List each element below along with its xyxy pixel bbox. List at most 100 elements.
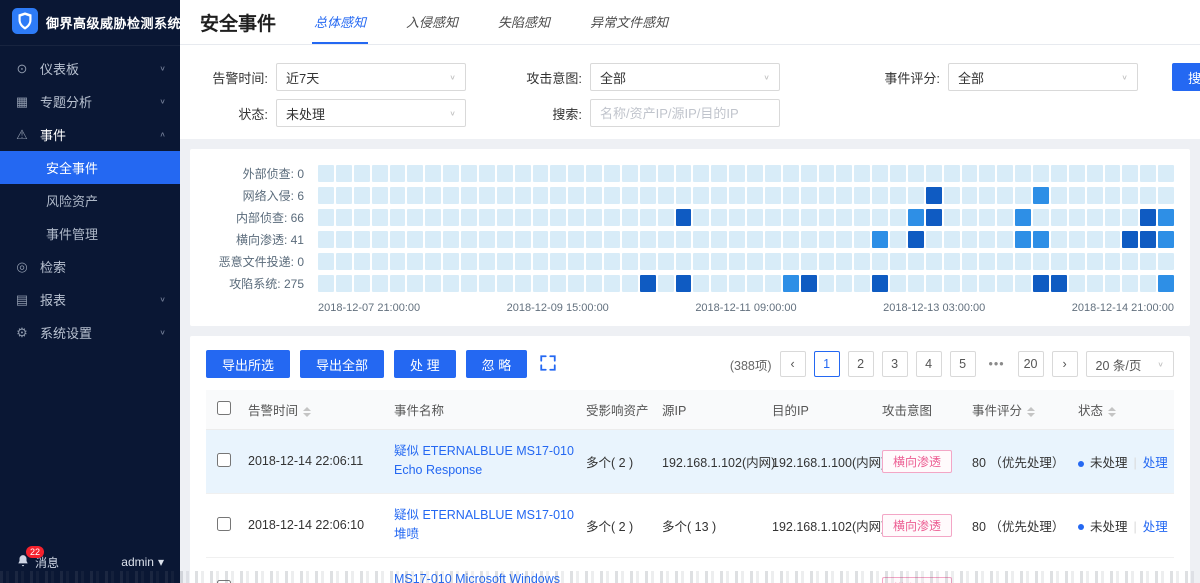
heatmap-cell[interactable] [801,253,817,270]
heatmap-cell[interactable] [336,231,352,248]
heatmap-cell[interactable] [1122,165,1138,182]
column-header[interactable]: 状态 [1072,390,1174,430]
sidebar-item-analysis[interactable]: ▦ 专题分析 ∨ [0,85,180,118]
heatmap-cell[interactable] [676,231,692,248]
heatmap-cell[interactable] [1140,165,1156,182]
heatmap-cell[interactable] [783,187,799,204]
heatmap-cell[interactable] [1122,231,1138,248]
heatmap-cell[interactable] [372,165,388,182]
heatmap-cell[interactable] [336,275,352,292]
heatmap-cell[interactable] [676,209,692,226]
heatmap-cell[interactable] [479,253,495,270]
heatmap-cell[interactable] [515,231,531,248]
heatmap-cell[interactable] [693,165,709,182]
heatmap-cell[interactable] [979,253,995,270]
heatmap-cell[interactable] [962,231,978,248]
heatmap-cell[interactable] [872,187,888,204]
heatmap-cell[interactable] [497,187,513,204]
heatmap-cell[interactable] [997,253,1013,270]
heatmap-cell[interactable] [604,165,620,182]
heatmap-cell[interactable] [604,231,620,248]
heatmap-cell[interactable] [640,275,656,292]
heatmap-cell[interactable] [729,187,745,204]
heatmap-cell[interactable] [908,165,924,182]
heatmap-cell[interactable] [1069,165,1085,182]
heatmap-cell[interactable] [622,231,638,248]
heatmap-cell[interactable] [515,209,531,226]
heatmap-cell[interactable] [533,165,549,182]
heatmap-cell[interactable] [997,231,1013,248]
fullscreen-button[interactable] [539,354,557,375]
heatmap-cell[interactable] [783,275,799,292]
heatmap-cell[interactable] [407,231,423,248]
heatmap-cell[interactable] [1087,165,1103,182]
heatmap-cell[interactable] [729,165,745,182]
heatmap-cell[interactable] [1051,165,1067,182]
heatmap-cell[interactable] [533,231,549,248]
heatmap-cell[interactable] [836,275,852,292]
heatmap-cell[interactable] [640,187,656,204]
heatmap-cell[interactable] [372,275,388,292]
heatmap-cell[interactable] [908,187,924,204]
heatmap-cell[interactable] [872,209,888,226]
heatmap-cell[interactable] [926,275,942,292]
heatmap-cell[interactable] [676,165,692,182]
heatmap-cell[interactable] [1033,253,1049,270]
heatmap-cell[interactable] [765,187,781,204]
heatmap-cell[interactable] [497,165,513,182]
heatmap-cell[interactable] [443,165,459,182]
heatmap-cell[interactable] [783,231,799,248]
row-checkbox[interactable] [217,453,231,467]
heatmap-cell[interactable] [1158,209,1174,226]
heatmap-cell[interactable] [443,187,459,204]
heatmap-cell[interactable] [979,275,995,292]
heatmap-cell[interactable] [819,275,835,292]
heatmap-cell[interactable] [1015,231,1031,248]
heatmap-cell[interactable] [944,231,960,248]
heatmap-cell[interactable] [515,187,531,204]
heatmap-cell[interactable] [407,253,423,270]
heatmap-cell[interactable] [568,209,584,226]
tab-compromise-perception[interactable]: 失陷感知 [496,0,552,44]
heatmap-cell[interactable] [336,165,352,182]
heatmap-cell[interactable] [908,209,924,226]
page-button[interactable]: 5 [950,351,976,377]
heatmap-cell[interactable] [944,275,960,292]
heatmap-cell[interactable] [1158,253,1174,270]
heatmap-cell[interactable] [336,253,352,270]
prev-page-button[interactable]: ‹ [780,351,806,377]
heatmap-cell[interactable] [765,275,781,292]
heatmap-cell[interactable] [854,275,870,292]
heatmap-cell[interactable] [1015,187,1031,204]
heatmap-cell[interactable] [944,165,960,182]
heatmap-cell[interactable] [568,165,584,182]
heatmap-cell[interactable] [819,187,835,204]
heatmap-cell[interactable] [997,209,1013,226]
heatmap-cell[interactable] [747,231,763,248]
heatmap-cell[interactable] [872,231,888,248]
affected-assets[interactable]: 多个( 2 ) [580,557,656,583]
heatmap-cell[interactable] [372,187,388,204]
heatmap-cell[interactable] [747,187,763,204]
heatmap-cell[interactable] [676,187,692,204]
column-header[interactable]: 告警时间 [242,390,388,430]
heatmap-cell[interactable] [747,165,763,182]
heatmap-cell[interactable] [1087,231,1103,248]
heatmap-cell[interactable] [443,253,459,270]
heatmap-cell[interactable] [354,231,370,248]
heatmap-cell[interactable] [765,165,781,182]
heatmap-cell[interactable] [1105,165,1121,182]
heatmap-cell[interactable] [1122,209,1138,226]
heatmap-cell[interactable] [801,231,817,248]
heatmap-cell[interactable] [622,187,638,204]
heatmap-cell[interactable] [676,275,692,292]
heatmap-cell[interactable] [1033,165,1049,182]
page-button[interactable]: 4 [916,351,942,377]
heatmap-cell[interactable] [550,231,566,248]
heatmap-cell[interactable] [443,231,459,248]
heatmap-cell[interactable] [568,253,584,270]
heatmap-cell[interactable] [658,275,674,292]
heatmap-cell[interactable] [586,253,602,270]
heatmap-cell[interactable] [586,231,602,248]
heatmap-cell[interactable] [354,209,370,226]
